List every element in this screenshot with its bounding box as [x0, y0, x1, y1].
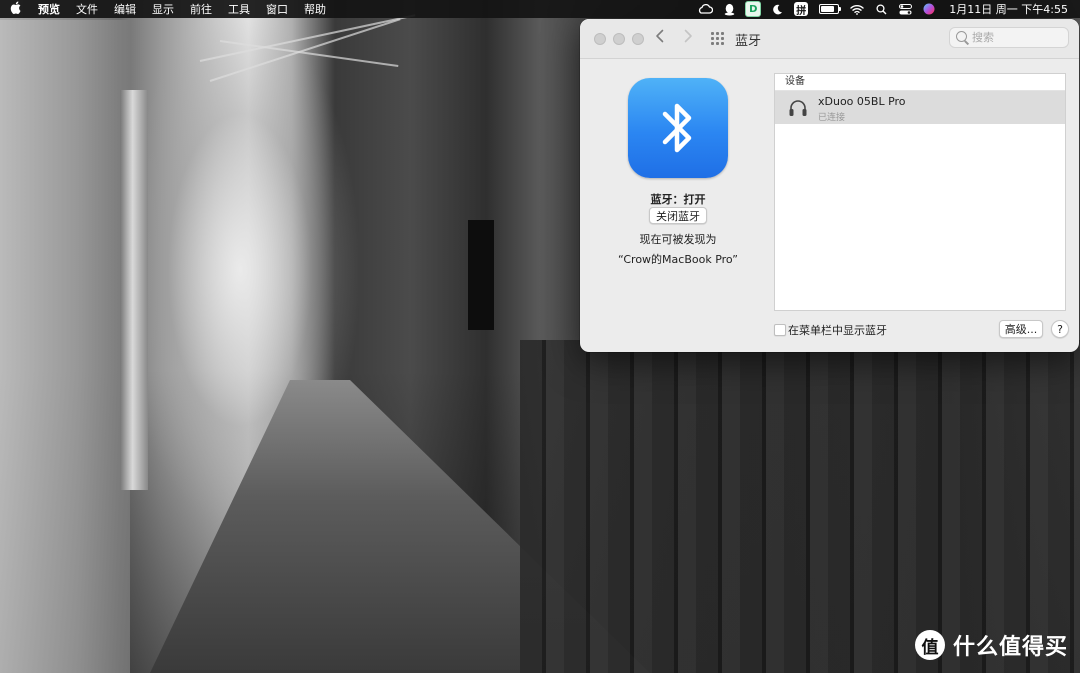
battery-icon[interactable]: [813, 0, 845, 18]
show-in-menubar-checkbox[interactable]: [774, 324, 786, 336]
wallpaper-doorway: [468, 220, 494, 330]
device-name: xDuoo 05BL Pro: [818, 95, 906, 108]
qq-icon[interactable]: [717, 0, 741, 18]
computer-name-text: “Crow的MacBook Pro”: [618, 253, 738, 266]
minimize-window-button[interactable]: [613, 33, 625, 45]
menu-view[interactable]: 显示: [144, 1, 182, 17]
apple-menu-icon[interactable]: [0, 1, 30, 17]
zoom-window-button[interactable]: [632, 33, 644, 45]
wallpaper-wooden-fence: [520, 340, 1080, 673]
search-icon: [956, 31, 967, 42]
watermark: 值 什么值得买: [914, 629, 1068, 661]
forward-button[interactable]: [678, 28, 698, 48]
menu-clock[interactable]: 1月11日 周一 下午4:55: [941, 1, 1070, 17]
wifi-icon[interactable]: [845, 0, 869, 18]
devices-list[interactable]: 设备 xDuoo 05BL Pro 已连接: [774, 73, 1066, 311]
watermark-text: 什么值得买: [952, 635, 1068, 660]
siri-icon[interactable]: [917, 0, 941, 18]
window-title: 蓝牙: [735, 34, 762, 49]
wallpaper-wire: [199, 14, 416, 62]
help-button[interactable]: ?: [1051, 320, 1069, 338]
menu-tools[interactable]: 工具: [220, 1, 258, 17]
input-method-label: 拼: [794, 2, 809, 17]
show-in-menubar-label[interactable]: 在菜单栏中显示蓝牙: [788, 322, 887, 338]
moon-icon[interactable]: [765, 0, 789, 18]
menu-app-name[interactable]: 预览: [30, 1, 68, 17]
wallpaper-pipe: [120, 90, 148, 490]
menu-help[interactable]: 帮助: [296, 1, 334, 17]
discoverable-text: 现在可被发现为: [639, 233, 717, 246]
devices-header: 设备: [775, 74, 1065, 91]
creative-cloud-icon[interactable]: [693, 0, 717, 18]
menu-window[interactable]: 窗口: [258, 1, 296, 17]
wallpaper-left-wall: [0, 20, 130, 673]
input-method-icon[interactable]: 拼: [789, 0, 813, 18]
traffic-lights: [594, 33, 644, 45]
wallpaper-wire: [209, 18, 401, 82]
menu-file[interactable]: 文件: [68, 1, 106, 17]
menu-edit[interactable]: 编辑: [106, 1, 144, 17]
app-icon[interactable]: D: [741, 0, 765, 18]
spotlight-search-icon[interactable]: [869, 0, 893, 18]
headphones-icon: [788, 99, 808, 117]
device-row[interactable]: xDuoo 05BL Pro 已连接: [775, 91, 1065, 124]
back-button[interactable]: [650, 28, 670, 48]
menu-bar: 预览 文件 编辑 显示 前往 工具 窗口 帮助 D 拼 1月11日 周一 下午4…: [0, 0, 1080, 18]
bluetooth-status-text: 蓝牙：打开: [650, 193, 706, 206]
device-status: 已连接: [818, 113, 846, 123]
window-titlebar[interactable]: 蓝牙: [580, 19, 1079, 59]
menu-go[interactable]: 前往: [182, 1, 220, 17]
close-window-button[interactable]: [594, 33, 606, 45]
show-all-grid-icon[interactable]: [711, 32, 724, 45]
bluetooth-icon: [628, 78, 728, 178]
control-center-icon[interactable]: [893, 0, 917, 18]
bluetooth-preferences-window: 蓝牙 蓝牙：打开 关闭蓝牙 现在可被发现为 “Crow的MacBook Pro”…: [580, 19, 1079, 352]
search-input[interactable]: [972, 30, 1064, 45]
watermark-badge: 值: [914, 630, 945, 660]
wallpaper-wire: [219, 40, 399, 68]
advanced-button[interactable]: 高级...: [999, 320, 1043, 338]
turn-off-bluetooth-button[interactable]: 关闭蓝牙: [649, 207, 707, 224]
search-field[interactable]: [949, 27, 1069, 48]
